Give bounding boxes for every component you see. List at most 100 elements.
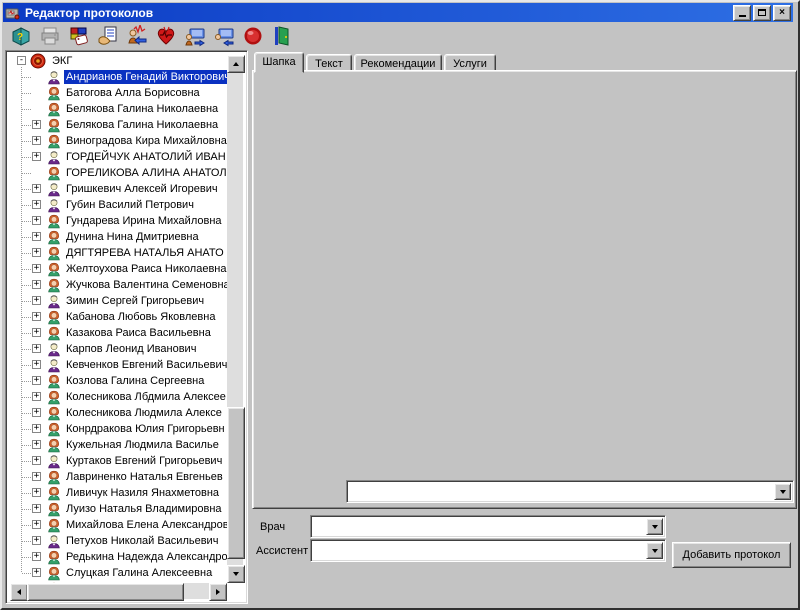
send-to-device-button[interactable]: [181, 22, 209, 50]
exit-button[interactable]: [268, 22, 296, 50]
tree-item[interactable]: + ДЯГТЯРЕВА НАТАЛЬЯ АНАТО: [8, 245, 229, 261]
patient-icon: [46, 149, 62, 165]
expand-icon[interactable]: +: [32, 152, 41, 161]
tree-item[interactable]: + Дунина Нина Дмитриевна: [8, 229, 229, 245]
print-button[interactable]: [36, 22, 64, 50]
tree-item[interactable]: + Кевченков Евгений Васильевич: [8, 357, 229, 373]
tab-shapka[interactable]: Шапка: [254, 52, 304, 73]
tree-item[interactable]: + Колесникова Людмила Алексе: [8, 405, 229, 421]
tree-item[interactable]: + Желтоухова Раиса Николаевна: [8, 261, 229, 277]
tree-horizontal-scrollbar[interactable]: [10, 583, 227, 599]
expand-icon[interactable]: +: [32, 232, 41, 241]
expand-icon[interactable]: +: [32, 136, 41, 145]
tab-uslugi[interactable]: Услуги: [444, 54, 496, 71]
expand-icon[interactable]: +: [32, 248, 41, 257]
tree-item[interactable]: + Гришкевич Алексей Игоревич: [8, 181, 229, 197]
import-ecg-button[interactable]: [123, 22, 151, 50]
tree-item[interactable]: + Слуцкая Галина Алексеевна: [8, 565, 229, 581]
tree-item[interactable]: + Колесникова Лбдмила Алексее: [8, 389, 229, 405]
expand-icon[interactable]: +: [32, 216, 41, 225]
cardiogram-button[interactable]: [152, 22, 180, 50]
expand-icon[interactable]: +: [32, 440, 41, 449]
tree-item[interactable]: + Губин Василий Петрович: [8, 197, 229, 213]
window-title: Редактор протоколов: [25, 6, 153, 20]
assistant-dropdown-button[interactable]: [646, 542, 663, 559]
expand-icon[interactable]: +: [32, 264, 41, 273]
maximize-button[interactable]: [753, 5, 771, 21]
tree-item[interactable]: + ГОРДЕЙЧУК АНАТОЛИЙ ИВАН: [8, 149, 229, 165]
scroll-up-button[interactable]: [227, 55, 245, 73]
settings-button[interactable]: [65, 22, 93, 50]
expand-icon[interactable]: +: [32, 280, 41, 289]
tree-vertical-scrollbar[interactable]: [227, 55, 243, 583]
tree-item[interactable]: + Андрианов Генадий Викторович: [8, 69, 229, 85]
tree-item[interactable]: + Кужельная Людмила Василье: [8, 437, 229, 453]
close-button[interactable]: ×: [773, 5, 791, 21]
receive-from-device-button[interactable]: [210, 22, 238, 50]
tree-item-label: Дунина Нина Дмитриевна: [64, 230, 201, 244]
doctor-combo[interactable]: [310, 515, 666, 538]
tree-item[interactable]: + Михайлова Елена Александров: [8, 517, 229, 533]
tree-item[interactable]: + Жучкова Валентина Семеновна: [8, 277, 229, 293]
expand-icon[interactable]: +: [32, 296, 41, 305]
record-button[interactable]: [239, 22, 267, 50]
expand-icon[interactable]: +: [32, 312, 41, 321]
expand-icon[interactable]: +: [32, 392, 41, 401]
model-combo[interactable]: [346, 480, 794, 503]
help-button[interactable]: ?: [7, 22, 35, 50]
expand-icon[interactable]: +: [32, 360, 41, 369]
tree-item[interactable]: + Кабанова Любовь Яковлевна: [8, 309, 229, 325]
expand-icon[interactable]: +: [32, 200, 41, 209]
tree-root[interactable]: - ЭКГ: [8, 53, 229, 69]
tab-tekst[interactable]: Текст: [306, 54, 352, 71]
tree-item[interactable]: + Козлова Галина Сергеевна: [8, 373, 229, 389]
expand-icon[interactable]: +: [32, 456, 41, 465]
expand-icon[interactable]: +: [32, 552, 41, 561]
expand-icon[interactable]: +: [32, 568, 41, 577]
tree-item[interactable]: + Ливичук Назиля Янахметовна: [8, 485, 229, 501]
expand-icon[interactable]: +: [32, 536, 41, 545]
model-dropdown-button[interactable]: [774, 483, 791, 500]
tree-item[interactable]: + Конрдракова Юлия Григорьевн: [8, 421, 229, 437]
tree-item[interactable]: + Белякова Галина Николаевна: [8, 117, 229, 133]
expand-icon[interactable]: +: [32, 424, 41, 433]
tree-item[interactable]: + Батогова Алла Борисовна: [8, 85, 229, 101]
copy-protocol-button[interactable]: [94, 22, 122, 50]
expand-icon[interactable]: +: [32, 328, 41, 337]
scroll-right-button[interactable]: [209, 583, 227, 601]
tree-item[interactable]: + Карпов Леонид Иванович: [8, 341, 229, 357]
expand-icon[interactable]: +: [32, 184, 41, 193]
tree-item-label: Редькина Надежда Александро: [64, 550, 229, 564]
scroll-left-button[interactable]: [10, 583, 28, 601]
vertical-scroll-thumb[interactable]: [227, 407, 245, 559]
expand-icon[interactable]: +: [32, 344, 41, 353]
scroll-down-button[interactable]: [227, 565, 245, 583]
tree-item[interactable]: + Белякова Галина Николаевна: [8, 101, 229, 117]
tree-item[interactable]: + Куртаков Евгений Григорьевич: [8, 453, 229, 469]
expand-icon[interactable]: +: [32, 472, 41, 481]
tree-item[interactable]: + Лавриненко Наталья Евгеньев: [8, 469, 229, 485]
tree-item[interactable]: + Зимин Сергей Григорьевич: [8, 293, 229, 309]
expand-icon[interactable]: +: [32, 376, 41, 385]
tree-item[interactable]: + Петухов Николай Васильевич: [8, 533, 229, 549]
expand-icon[interactable]: +: [32, 520, 41, 529]
expand-icon[interactable]: +: [32, 504, 41, 513]
expand-icon[interactable]: +: [32, 408, 41, 417]
tree-item[interactable]: + Гундарева Ирина Михайловна: [8, 213, 229, 229]
tab-rekomendacii[interactable]: Рекомендации: [354, 54, 442, 71]
horizontal-scroll-thumb[interactable]: [27, 583, 184, 601]
expand-icon[interactable]: +: [32, 488, 41, 497]
collapse-icon[interactable]: -: [17, 56, 26, 65]
assistant-combo[interactable]: [310, 539, 666, 562]
expand-icon[interactable]: +: [32, 120, 41, 129]
tree-item[interactable]: + Виноградова Кира Михайловна: [8, 133, 229, 149]
tree-item[interactable]: + Луизо Наталья Владимировна: [8, 501, 229, 517]
minimize-button[interactable]: [733, 5, 751, 21]
add-protocol-button[interactable]: Добавить протокол: [672, 542, 791, 568]
tree-item[interactable]: + ГОРЕЛИКОВА АЛИНА АНАТОЛ: [8, 165, 229, 181]
assistant-value: [311, 540, 665, 544]
patient-icon: [46, 533, 62, 549]
tree-item[interactable]: + Казакова Раиса Васильевна: [8, 325, 229, 341]
doctor-dropdown-button[interactable]: [646, 518, 663, 535]
tree-item[interactable]: + Редькина Надежда Александро: [8, 549, 229, 565]
